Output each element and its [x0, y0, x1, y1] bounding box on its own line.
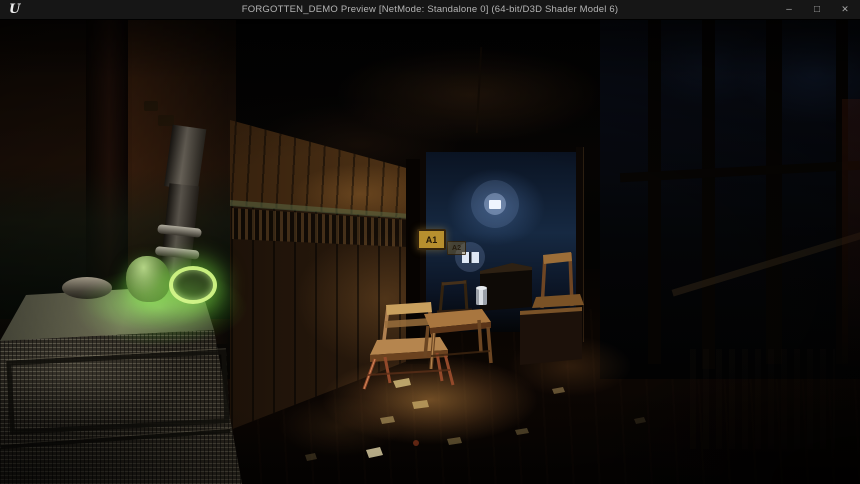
grille-frame [6, 349, 230, 434]
side-table [424, 309, 491, 369]
unreal-preview-window: U FORGOTTEN_DEMO Preview [NetMode: Stand… [0, 0, 860, 484]
pipe-coupling [164, 125, 206, 191]
game-viewport[interactable]: A2 A1 [0, 19, 860, 484]
unreal-engine-logo-icon: U [9, 1, 20, 18]
wall-lamp [471, 180, 519, 228]
window-titlebar[interactable]: U FORGOTTEN_DEMO Preview [NetMode: Stand… [0, 0, 860, 20]
window-controls: – □ ✕ [782, 0, 852, 19]
close-button-icon[interactable]: ✕ [838, 0, 852, 19]
white-bucket [476, 286, 487, 305]
room-sign-a1: A1 [417, 229, 446, 250]
room-sign-a2: A2 [447, 241, 466, 255]
window-title: FORGOTTEN_DEMO Preview [NetMode: Standal… [242, 0, 618, 19]
green-glow [40, 247, 270, 357]
piano-cabinet-silhouette [480, 263, 532, 311]
maximize-button-icon[interactable]: □ [810, 0, 824, 19]
minimize-button-icon[interactable]: – [782, 0, 796, 19]
floor-debris [305, 378, 646, 461]
